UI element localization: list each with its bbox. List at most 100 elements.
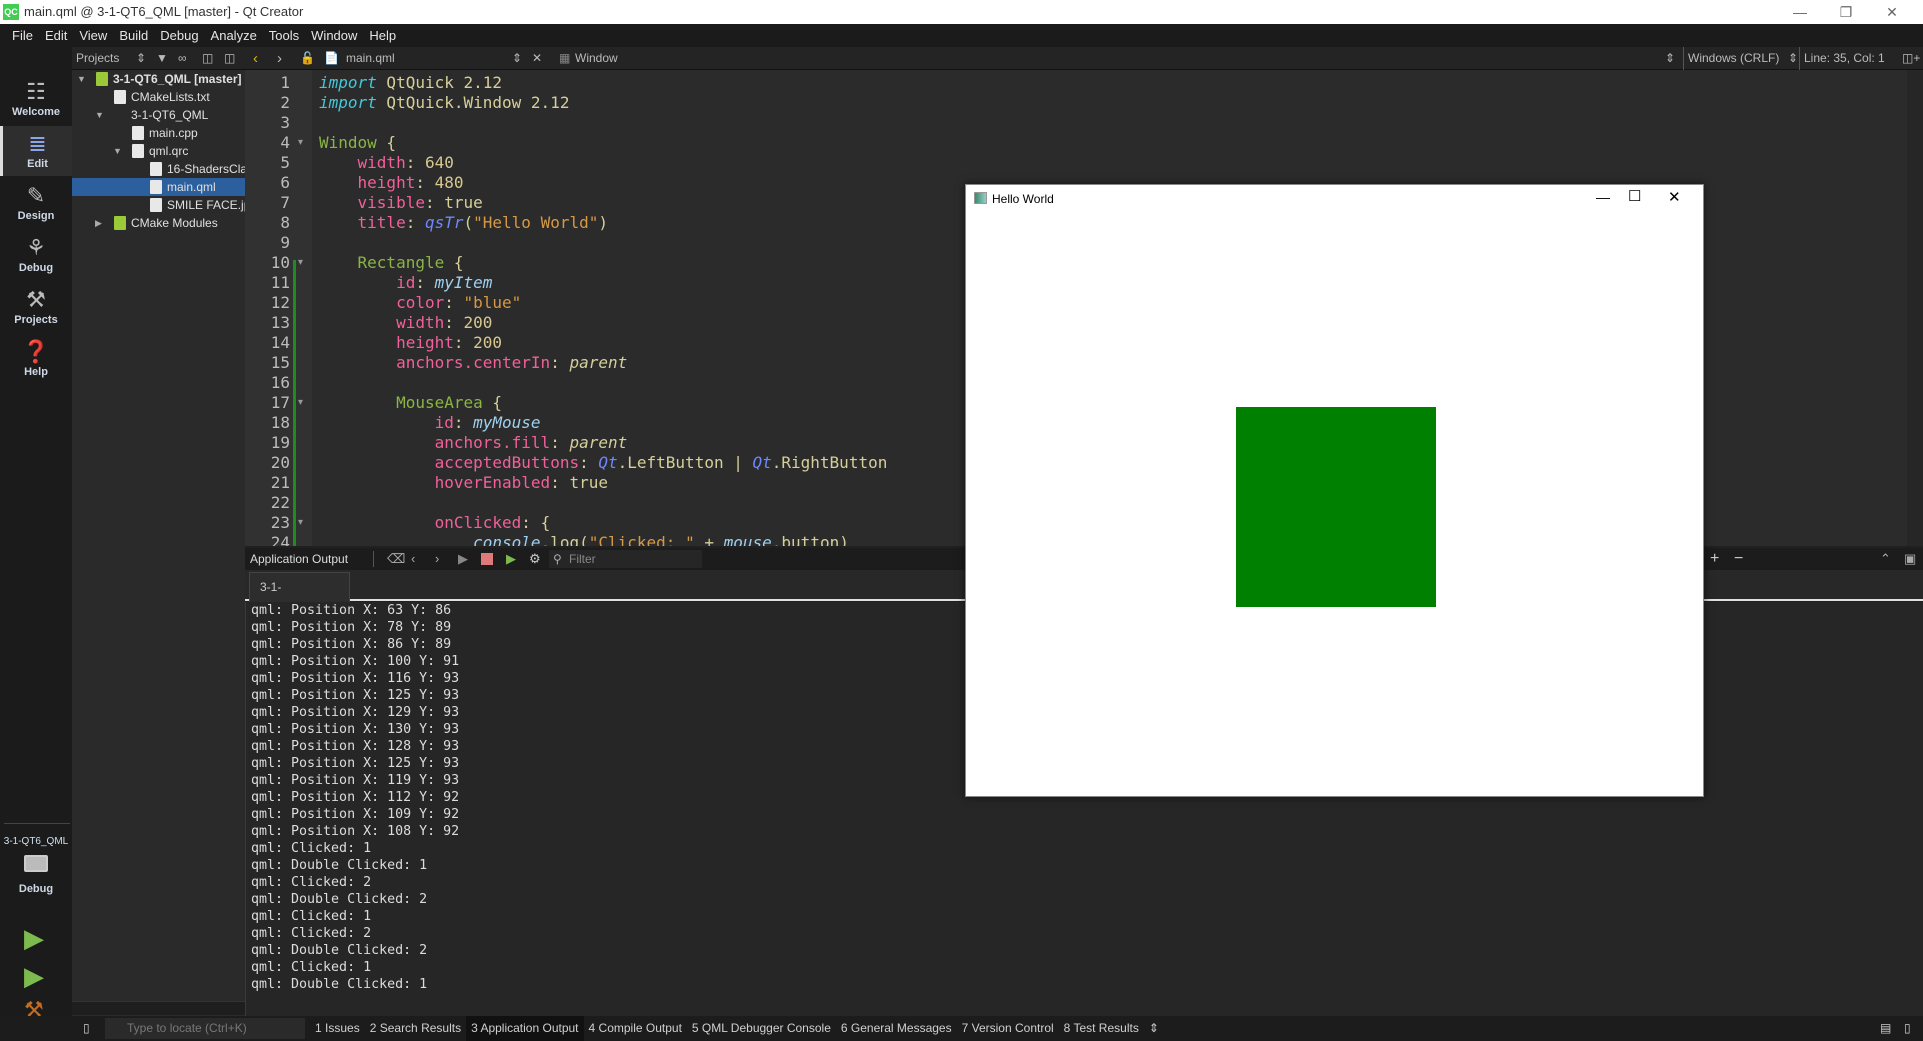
bottom-tab[interactable]: 7 Version Control (957, 1016, 1059, 1041)
previous-icon[interactable]: ‹ (411, 548, 415, 570)
split-editor-icon[interactable]: ◫+ (1902, 47, 1920, 70)
code-line: id: myMouse (319, 413, 541, 433)
code-line: height: 480 (319, 173, 464, 193)
split-icon[interactable]: ◫ (202, 47, 213, 70)
output-filter-input[interactable]: ⚲ Filter (549, 550, 702, 568)
updown-icon[interactable]: ⇕ (1665, 47, 1675, 70)
line-number: 4 (280, 133, 290, 152)
code-token: .RightButton (771, 453, 888, 472)
bottom-tab[interactable]: 3 Application Output (466, 1016, 584, 1041)
mode-help[interactable]: ❓ Help (0, 334, 72, 384)
remove-icon[interactable]: − (1734, 548, 1743, 570)
tree-item[interactable]: main.cpp (72, 124, 245, 142)
mode-edit[interactable]: ≣ Edit (0, 126, 72, 176)
minimize-button[interactable]: — (1596, 189, 1610, 205)
output-vertical-scrollbar[interactable] (1907, 602, 1923, 1016)
rerun-icon[interactable]: ▶ (458, 548, 468, 570)
minimize-button[interactable]: — (1777, 0, 1823, 24)
debug-run-icon[interactable]: ▶ (24, 961, 44, 992)
collapsed-arrow-icon[interactable]: ▶ (95, 214, 102, 232)
bottom-tab[interactable]: 4 Compile Output (584, 1016, 687, 1041)
tree-item[interactable]: SMILE FACE.jp (72, 196, 245, 214)
toggle-sidebar-icon[interactable]: ▯ (78, 1016, 95, 1041)
bottom-tab[interactable]: 8 Test Results (1059, 1016, 1144, 1041)
wrench-icon: ⚒ (26, 287, 46, 312)
bottom-tab[interactable]: 5 QML Debugger Console (687, 1016, 836, 1041)
run-icon[interactable]: ▶ (24, 923, 44, 954)
add-icon[interactable]: + (1710, 548, 1719, 570)
close-button[interactable]: ✕ (1668, 188, 1681, 206)
fold-arrow-icon[interactable]: ▾ (298, 133, 303, 153)
bottom-tab[interactable]: 6 General Messages (836, 1016, 957, 1041)
mode-debug[interactable]: ⚘ Debug (0, 230, 72, 280)
expanded-arrow-icon[interactable]: ▼ (77, 70, 86, 88)
collapse-pane-icon[interactable]: ⌃ (1880, 548, 1891, 570)
filter-icon[interactable]: ▼ (156, 47, 168, 70)
mode-welcome[interactable]: ☷ Welcome (0, 74, 72, 124)
mode-projects[interactable]: ⚒ Projects (0, 282, 72, 332)
fold-arrow-icon[interactable]: ▾ (298, 393, 303, 413)
search-icon: ⚲ (553, 552, 562, 566)
tree-item[interactable]: ▼ qml.qrc (72, 142, 245, 160)
symbol-selector[interactable]: Window (575, 47, 618, 70)
clear-output-icon[interactable]: ⌫ (387, 548, 405, 570)
menu-build[interactable]: Build (113, 24, 154, 47)
menu-tools[interactable]: Tools (263, 24, 305, 47)
code-line: color: "blue" (319, 293, 521, 313)
tree-item[interactable]: ▼ 3-1-QT6_QML (72, 106, 245, 124)
maximize-button[interactable]: ☐ (1628, 187, 1641, 205)
tree-item[interactable]: main.qml (72, 178, 245, 196)
menu-view[interactable]: View (73, 24, 113, 47)
line-number: 6 (280, 173, 290, 192)
debug-run-icon[interactable]: ▶ (506, 548, 516, 570)
line-ending-selector[interactable]: Windows (CRLF) (1683, 47, 1779, 70)
tree-item-label: main.qml (167, 180, 216, 194)
cursor-position[interactable]: Line: 35, Col: 1 (1799, 47, 1885, 70)
tree-horizontal-scrollbar[interactable] (72, 1001, 245, 1015)
code-token: MouseArea (396, 393, 483, 412)
mode-design[interactable]: ✎ Design (0, 178, 72, 228)
toggle-right-sidebar-icon[interactable]: ▯ (1899, 1016, 1916, 1041)
updown-icon[interactable]: ⇕ (1144, 1016, 1164, 1041)
modified-lines-marker (293, 260, 296, 546)
close-sidebar-icon[interactable]: ◫ (224, 47, 235, 70)
tree-item[interactable]: CMakeLists.txt (72, 88, 245, 106)
code-line: Window { (319, 133, 396, 153)
next-icon[interactable]: › (435, 548, 439, 570)
menu-analyze[interactable]: Analyze (205, 24, 263, 47)
tree-item[interactable]: 16-ShadersCla (72, 160, 245, 178)
projects-view-selector[interactable]: Projects (76, 47, 119, 70)
open-document-selector[interactable]: main.qml (346, 47, 395, 70)
menu-edit[interactable]: Edit (39, 24, 73, 47)
link-icon[interactable]: ∞ (178, 47, 187, 70)
bottom-tab[interactable]: 1 Issues (310, 1016, 365, 1041)
fold-arrow-icon[interactable]: ▾ (298, 253, 303, 273)
code-token: acceptedButtons (434, 453, 580, 472)
expanded-arrow-icon[interactable]: ▼ (95, 106, 104, 124)
locator-input[interactable]: Type to locate (Ctrl+K) (105, 1018, 305, 1039)
back-icon[interactable]: ‹ (253, 47, 258, 70)
bottom-tab[interactable]: 2 Search Results (365, 1016, 466, 1041)
green-rectangle[interactable] (1236, 407, 1436, 607)
updown-icon[interactable]: ⇕ (136, 47, 146, 70)
stop-icon[interactable] (481, 553, 493, 565)
close-document-icon[interactable]: ✕ (532, 47, 542, 70)
restore-button[interactable]: ❐ (1823, 0, 1869, 24)
output-tab[interactable]: 3-1-QT6_QML✗ (249, 572, 350, 622)
menu-help[interactable]: Help (363, 24, 402, 47)
close-button[interactable]: ✕ (1869, 0, 1915, 24)
fold-arrow-icon[interactable]: ▾ (298, 513, 303, 533)
gear-icon[interactable]: ⚙ (529, 548, 541, 570)
forward-icon[interactable]: › (277, 47, 282, 70)
updown-icon[interactable]: ⇕ (512, 47, 522, 70)
tree-item[interactable]: ▼ 3-1-QT6_QML [master] (72, 70, 245, 88)
editor-vertical-scrollbar[interactable] (1907, 70, 1923, 546)
menu-file[interactable]: File (6, 24, 39, 47)
expanded-arrow-icon[interactable]: ▼ (113, 142, 122, 160)
menu-debug[interactable]: Debug (154, 24, 204, 47)
tree-item[interactable]: ▶ CMake Modules (72, 214, 245, 232)
menu-window[interactable]: Window (305, 24, 363, 47)
maximize-pane-icon[interactable]: ▣ (1904, 548, 1916, 570)
updown-icon[interactable]: ⇕ (1788, 47, 1798, 70)
progress-icon[interactable]: ▤ (1875, 1016, 1896, 1041)
